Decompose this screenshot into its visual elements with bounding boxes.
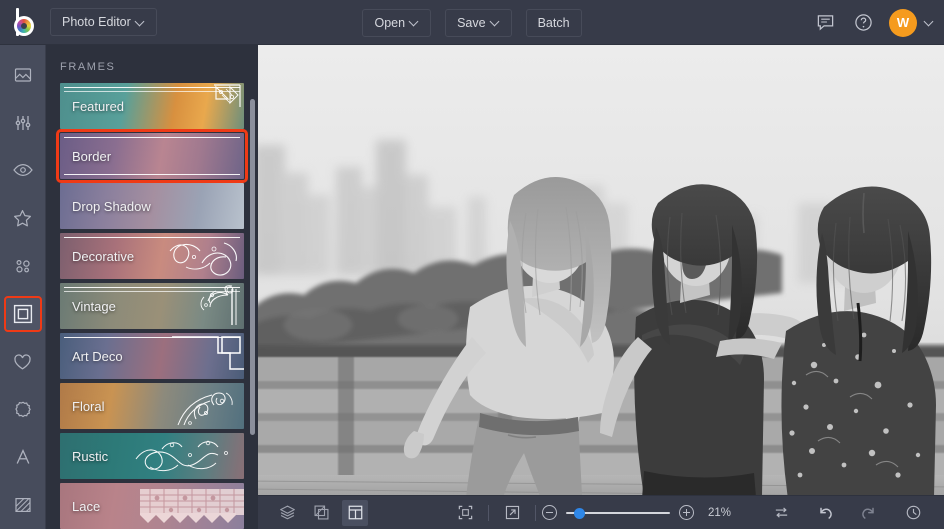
frame-ornament-lace-band bbox=[182, 483, 244, 529]
sidebar-item-image[interactable] bbox=[6, 59, 40, 91]
layers-icon[interactable] bbox=[274, 500, 300, 526]
photo-editor-app: Photo Editor Open Save Batch bbox=[0, 0, 944, 529]
avatar-initial: W bbox=[897, 15, 909, 30]
sidebar-item-text[interactable] bbox=[6, 441, 40, 473]
sidebar-item-graphics[interactable] bbox=[6, 346, 40, 378]
frame-category-lace[interactable]: Lace bbox=[60, 483, 244, 529]
frames-panel: FRAMES Featured Border Drop Shadow Decora… bbox=[46, 45, 258, 529]
frame-category-label: Drop Shadow bbox=[60, 199, 151, 214]
zoom-slider[interactable] bbox=[566, 506, 670, 520]
sidebar-item-artsy[interactable] bbox=[6, 250, 40, 282]
zoom-controls: 21% bbox=[448, 500, 738, 526]
bottom-left-tools bbox=[258, 500, 372, 526]
frame-category-label: Art Deco bbox=[60, 349, 123, 364]
frame-category-label: Lace bbox=[60, 499, 100, 514]
compare-swap-icon[interactable] bbox=[768, 500, 794, 526]
toolbar-divider bbox=[535, 505, 536, 521]
top-toolbar: Photo Editor Open Save Batch bbox=[0, 0, 944, 45]
frame-ornament-vine-swirl bbox=[182, 433, 244, 479]
panel-title: FRAMES bbox=[46, 45, 258, 83]
frame-category-decorative[interactable]: Decorative bbox=[60, 233, 244, 279]
frame-category-label: Rustic bbox=[60, 449, 108, 464]
frame-category-label: Border bbox=[60, 149, 111, 164]
batch-button-label: Batch bbox=[538, 16, 570, 30]
fit-to-screen-icon[interactable] bbox=[452, 500, 478, 526]
history-controls bbox=[764, 500, 944, 526]
frame-category-art-deco[interactable]: Art Deco bbox=[60, 333, 244, 379]
frame-ornament-none bbox=[182, 183, 244, 229]
minus-circle-icon[interactable] bbox=[542, 505, 557, 520]
panel-scrollbar[interactable] bbox=[250, 99, 255, 435]
befunky-logo[interactable] bbox=[8, 0, 44, 45]
transparency-icon[interactable] bbox=[308, 500, 334, 526]
canvas-area[interactable] bbox=[258, 45, 944, 495]
frame-category-border[interactable]: Border bbox=[60, 133, 244, 179]
photo-image bbox=[258, 45, 944, 495]
avatar[interactable]: W bbox=[889, 9, 917, 37]
frame-category-rustic[interactable]: Rustic bbox=[60, 433, 244, 479]
sidebar-item-frames[interactable] bbox=[6, 298, 40, 330]
redo-arrow-icon[interactable] bbox=[856, 500, 882, 526]
frame-category-drop-shadow[interactable]: Drop Shadow bbox=[60, 183, 244, 229]
open-button[interactable]: Open bbox=[362, 9, 431, 37]
top-right-actions: W bbox=[813, 0, 934, 45]
mode-selector-button[interactable]: Photo Editor bbox=[50, 8, 157, 36]
frame-category-vintage[interactable]: Vintage bbox=[60, 283, 244, 329]
history-clock-icon[interactable] bbox=[900, 500, 926, 526]
save-button[interactable]: Save bbox=[445, 9, 512, 37]
sidebar-item-touch-up[interactable] bbox=[6, 155, 40, 187]
mode-selector-label: Photo Editor bbox=[62, 15, 131, 29]
batch-button[interactable]: Batch bbox=[526, 9, 582, 37]
open-button-label: Open bbox=[374, 16, 405, 30]
speech-bubble-icon[interactable] bbox=[813, 11, 837, 35]
expand-arrow-icon[interactable] bbox=[499, 500, 525, 526]
chevron-down-icon[interactable] bbox=[925, 18, 934, 27]
sidebar-item-overlays[interactable] bbox=[6, 394, 40, 426]
bottom-toolbar: 21% bbox=[258, 495, 944, 529]
frame-category-floral[interactable]: Floral bbox=[60, 383, 244, 429]
question-mark-icon[interactable] bbox=[851, 11, 875, 35]
plus-circle-icon[interactable] bbox=[679, 505, 694, 520]
zoom-level-value: 21% bbox=[708, 507, 738, 519]
sidebar-item-effects[interactable] bbox=[6, 202, 40, 234]
sidebar-item-edit[interactable] bbox=[6, 107, 40, 139]
chevron-down-icon bbox=[491, 18, 500, 27]
frame-category-label: Decorative bbox=[60, 249, 134, 264]
chevron-down-icon bbox=[136, 18, 145, 27]
frame-category-featured[interactable]: Featured bbox=[60, 83, 244, 129]
sidebar-item-textures[interactable] bbox=[6, 489, 40, 521]
frame-ornament-floral-corner bbox=[182, 383, 244, 429]
photo-canvas[interactable] bbox=[258, 45, 944, 495]
frame-category-label: Vintage bbox=[60, 299, 116, 314]
panel-layout-icon[interactable] bbox=[342, 500, 368, 526]
frame-category-label: Floral bbox=[60, 399, 105, 414]
tool-rail bbox=[0, 45, 46, 529]
chevron-down-icon bbox=[410, 18, 419, 27]
undo-arrow-icon[interactable] bbox=[812, 500, 838, 526]
frame-category-label: Featured bbox=[60, 99, 124, 114]
zoom-slider-handle[interactable] bbox=[574, 508, 585, 519]
toolbar-divider bbox=[488, 505, 489, 521]
frame-category-list: Featured Border Drop Shadow Decorative Vi… bbox=[46, 83, 258, 529]
save-button-label: Save bbox=[457, 16, 486, 30]
